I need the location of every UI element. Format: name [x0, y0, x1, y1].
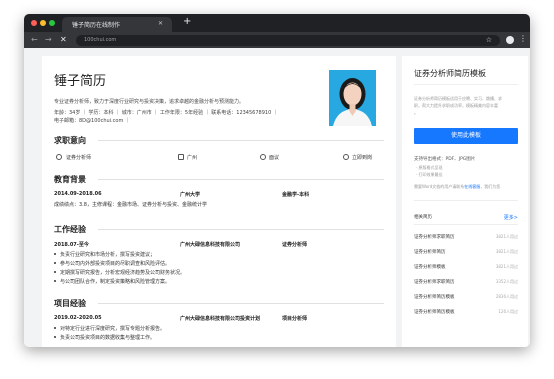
forward-icon[interactable]: →	[45, 34, 52, 46]
intent-title: 求职意向	[54, 136, 86, 145]
browser-toolbar: ← → ✕ 100chui.com ☆ ⋮	[24, 32, 530, 48]
address-bar[interactable]: 100chui.com ☆	[76, 35, 500, 46]
format-bullet: · 原版格式呈现	[416, 165, 443, 170]
education-major: 金融学-本科	[282, 192, 310, 198]
template-title: 证券分析师简历模板	[414, 69, 486, 78]
minimize-window-icon[interactable]	[40, 20, 46, 26]
intent-availability: 立即到岗	[352, 155, 373, 161]
more-link[interactable]: 更多>	[504, 214, 518, 221]
divider	[98, 140, 384, 141]
project-role: 项目分析师	[282, 316, 308, 322]
related-resume-link[interactable]: 证券分析师求职简历	[414, 279, 455, 285]
url-text: 100chui.com	[84, 37, 117, 43]
usage-count: 3352人用过	[495, 279, 518, 284]
work-title: 工作经验	[54, 225, 86, 234]
work-company: 广州大碌信息科技有限公司	[180, 242, 241, 248]
usage-count: 126人用过	[498, 309, 518, 314]
usage-count: 3821人用过	[495, 249, 518, 254]
education-title: 教育背景	[54, 175, 86, 184]
clock-icon	[343, 154, 349, 160]
city-icon	[178, 154, 184, 160]
resume-basic-info: 年龄：34岁 ｜ 学历：本科 ｜ 城市：广州市 ｜ 工作年限：5年经验 ｜ 联系…	[54, 110, 278, 116]
template-description: 证券分析师简历模板适用于应聘、实习、跳槽、求	[414, 96, 502, 101]
divider	[414, 224, 518, 225]
related-resume-link[interactable]: 证券分析师模板	[414, 264, 446, 270]
project-company: 广州大碌信息科技有限公司投资计划	[180, 316, 261, 322]
export-formats: 支持导出格式：PDF、JPG图片	[414, 157, 476, 162]
divider	[414, 84, 518, 85]
intent-city: 广州	[187, 155, 198, 161]
resume-email: 电子邮箱：8D@100chui.com ｜	[54, 118, 130, 124]
position-icon	[56, 154, 62, 160]
template-description: 。	[414, 110, 418, 115]
template-description: 职，帮大力提升求职成功率，模板精美内容丰富	[414, 103, 498, 108]
close-window-icon[interactable]	[31, 20, 37, 26]
browser-menu-icon[interactable]: ⋮	[519, 33, 527, 45]
page-content: 锤子简历 专业证券分析师，致力于深度行业研究与投资决策，追求卓越的金融分析与预测…	[24, 48, 530, 347]
bookmark-star-icon[interactable]: ☆	[486, 35, 492, 46]
divider	[414, 200, 518, 201]
work-bullet: 定期撰写研究报告，分析宏观经济趋势及公司财务状况。	[53, 270, 186, 276]
usage-count: 3821人用过	[495, 264, 518, 269]
divider	[98, 179, 384, 180]
salary-icon	[260, 154, 266, 160]
work-bullet: 参与公司内外部投资项目的尽职调查和风险评估。	[53, 261, 171, 267]
education-school: 广州大学	[180, 192, 201, 198]
use-template-button[interactable]: 使用此模板	[414, 128, 518, 144]
resume-preview: 锤子简历 专业证券分析师，致力于深度行业研究与投资决策，追求卓越的金融分析与预测…	[42, 56, 396, 347]
intent-salary: 面议	[269, 155, 280, 161]
profile-avatar-icon[interactable]	[506, 36, 514, 44]
related-resume-link[interactable]: 证券分析师简历模板	[414, 309, 455, 315]
divider	[98, 229, 384, 230]
education-date: 2014.09-2018.06	[54, 191, 102, 197]
browser-window: 锤子简历在线制作 ✕ + ← → ✕ 100chui.com ☆ ⋮ 锤子简历 …	[24, 14, 530, 347]
resume-name: 锤子简历	[54, 74, 107, 89]
customer-service-link[interactable]: 在线客服	[464, 184, 480, 189]
intent-position: 证券分析师	[66, 155, 92, 161]
work-role: 证券分析师	[282, 242, 308, 248]
related-title: 相关简历	[414, 215, 432, 220]
related-resume-link[interactable]: 证券分析师求职简历	[414, 234, 455, 240]
work-bullet: 负责行业研究和市场分析，撰写投资建议；	[53, 252, 156, 258]
new-tab-button[interactable]: +	[183, 16, 191, 28]
resume-summary: 专业证券分析师，致力于深度行业研究与投资决策，追求卓越的金融分析与预测能力。	[54, 99, 245, 105]
browser-tab[interactable]: 锤子简历在线制作 ✕	[62, 17, 172, 32]
word-hint: 需要Word文档的用户请联系在线客服，我们为您	[414, 184, 500, 190]
related-resume-link[interactable]: 证券分析师简历	[414, 249, 446, 255]
template-sidebar: 证券分析师简历模板 证券分析师简历模板适用于应聘、实习、跳槽、求 职，帮大力提升…	[402, 56, 528, 347]
tab-title: 锤子简历在线制作	[72, 22, 121, 29]
work-date: 2018.07-至今	[54, 242, 89, 248]
related-resume-link[interactable]: 证券分析师简历模板	[414, 294, 455, 300]
profile-photo	[329, 70, 376, 126]
maximize-window-icon[interactable]	[49, 20, 55, 26]
stop-loading-icon[interactable]: ✕	[60, 34, 67, 46]
usage-count: 2836人用过	[495, 294, 518, 299]
tab-bar: 锤子简历在线制作 ✕ +	[24, 14, 530, 32]
divider	[98, 303, 384, 304]
back-icon[interactable]: ←	[31, 34, 38, 46]
project-date: 2019.02-2020.05	[54, 315, 102, 321]
word-hint-prefix: 需要Word文档的用户请联系	[414, 184, 465, 189]
project-bullet: 负责公司投资项目的数据收集与整理工作。	[53, 335, 156, 341]
work-bullet: 与公司团队合作，制定投资策略和风险管理方案。	[53, 279, 171, 285]
word-hint-suffix: ，我们为您	[480, 184, 501, 189]
education-detail: 成绩绩点：3.8，主修课程：金融市场、证券分析与投资、金融统计学	[54, 202, 207, 208]
project-title: 项目经验	[54, 299, 86, 308]
tab-close-icon[interactable]: ✕	[158, 20, 163, 27]
format-bullet: · 打印效果最佳	[416, 172, 443, 177]
project-bullet: 对特定行业进行深度研究，撰写专题分析报告。	[53, 326, 166, 332]
usage-count: 3821人用过	[495, 234, 518, 239]
